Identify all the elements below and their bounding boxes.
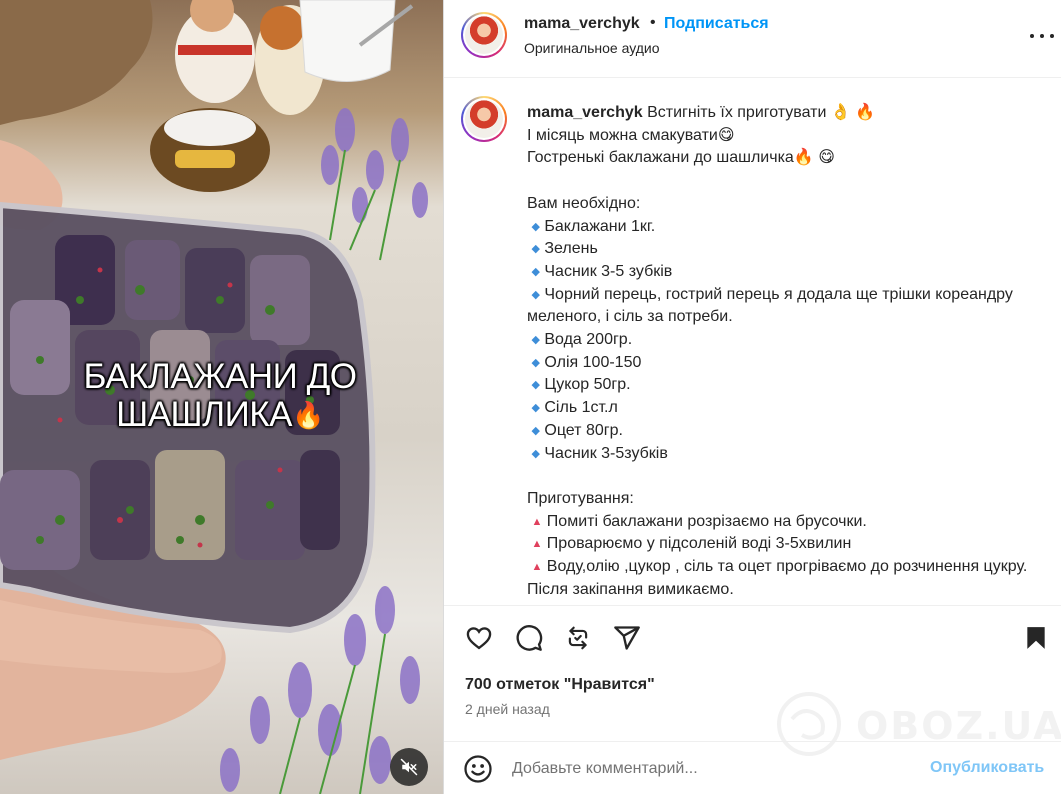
caption-line	[527, 465, 1037, 488]
likes-count[interactable]: 700 отметок "Нравится"	[465, 676, 655, 694]
caption-line-text: Сіль 1ст.л	[544, 399, 618, 417]
repost-button[interactable]	[560, 620, 596, 656]
caption-line: Приготування:	[527, 488, 1037, 511]
salt	[164, 110, 256, 146]
pot-label-bg	[175, 150, 235, 168]
caption-line-text: Цукор 50гр.	[544, 376, 631, 394]
caption-line: ◆ Зелень	[527, 238, 1037, 261]
caption-line-text: Приготування:	[527, 489, 634, 507]
caption-line-text: Встигніть їх приготувати 👌 🔥	[647, 104, 876, 121]
publish-comment-button[interactable]: Опубликовать	[930, 759, 1044, 777]
caption-line: mama_verchyk Встигніть їх приготувати 👌 …	[527, 102, 1037, 125]
caption-line: Гостренькі баклажани до шашличка🔥 😋	[527, 147, 1037, 170]
caption-line: Вам необхідно:	[527, 193, 1037, 216]
caption-line: ◆ Сіль 1ст.л	[527, 397, 1037, 420]
caption-line-text: Баклажани 1кг.	[544, 217, 656, 235]
caption-line: ▲ Воду,олію ,цукор , сіль та оцет прогрі…	[527, 556, 1037, 601]
caption-line-text: Вам необхідно:	[527, 194, 641, 212]
like-button[interactable]	[461, 620, 497, 656]
post-caption: mama_verchyk Встигніть їх приготувати 👌 …	[527, 102, 1037, 605]
figurine-woman-head	[260, 6, 304, 50]
blue-diamond-bullet-icon: ◆	[531, 334, 540, 347]
overlay-line-2-text: ШАШЛИКА	[116, 395, 292, 434]
overlay-line-1: БАКЛАЖАНИ ДО	[83, 357, 358, 396]
comment-input[interactable]	[512, 757, 912, 781]
blue-diamond-bullet-icon: ◆	[531, 220, 540, 233]
caption-line: ▲ Проварюємо у підсоленій воді 3-5хвилин	[527, 533, 1037, 556]
post-side-panel: mama_verchyk • Подписаться Оригинальное …	[443, 0, 1061, 794]
comment-button[interactable]	[511, 620, 547, 656]
speaker-muted-icon	[400, 758, 418, 776]
save-button[interactable]	[1018, 620, 1054, 656]
post-header: mama_verchyk • Подписаться Оригинальное …	[444, 0, 1061, 78]
repost-icon	[568, 626, 588, 650]
author-username[interactable]: mama_verchyk	[524, 15, 640, 33]
fire-emoji: 🔥	[291, 400, 324, 430]
caption-line: ◆ Оцет 80гр.	[527, 420, 1037, 443]
caption-line: ▲ Помиті баклажани розрізаємо на брусочк…	[527, 511, 1037, 534]
bookmark-icon	[1027, 627, 1045, 649]
overlay-line-2: ШАШЛИКА🔥	[70, 396, 370, 434]
original-audio-link[interactable]: Оригинальное аудио	[524, 40, 660, 56]
heart-icon	[466, 627, 492, 650]
more-options-icon[interactable]	[1030, 26, 1054, 46]
caption-line-text: Вода 200гр.	[544, 331, 633, 349]
red-triangle-bullet-icon: ▲	[531, 561, 543, 574]
caption-line-text: Часник 3-5 зубків	[544, 262, 673, 280]
caption-line: ◆ Баклажани 1кг.	[527, 216, 1037, 239]
blue-diamond-bullet-icon: ◆	[531, 288, 540, 301]
caption-line: ◆ Чорний перець, гострий перець я додала…	[527, 284, 1037, 329]
mute-button[interactable]	[390, 748, 428, 786]
red-triangle-bullet-icon: ▲	[531, 515, 543, 528]
caption-line-text: Зелень	[544, 240, 598, 258]
caption-line: О	[527, 601, 1037, 605]
caption-line: ◆ Олія 100-150	[527, 352, 1037, 375]
red-triangle-bullet-icon: ▲	[531, 538, 543, 551]
caption-line-text: І місяць можна смакувати😋	[527, 126, 735, 144]
blue-diamond-bullet-icon: ◆	[531, 424, 540, 437]
post-timestamp[interactable]: 2 дней назад	[465, 701, 550, 717]
comment-form: Опубликовать	[444, 741, 1061, 794]
caption-line: ◆ Часник 3-5зубків	[527, 443, 1037, 466]
caption-line: ◆ Вода 200гр.	[527, 329, 1037, 352]
caption-line-text: Помиті баклажани розрізаємо на брусочки.	[546, 512, 867, 530]
caption-username[interactable]: mama_verchyk	[527, 104, 643, 121]
follow-button[interactable]: Подписаться	[664, 15, 769, 33]
author-avatar[interactable]	[461, 12, 507, 58]
caption-line-text: Оцет 80гр.	[544, 421, 623, 439]
caption-line-text: О	[527, 603, 539, 605]
blue-diamond-bullet-icon: ◆	[531, 379, 540, 392]
caption-scroll-area[interactable]: mama_verchyk Встигніть їх приготувати 👌 …	[444, 79, 1061, 606]
caption-line-text: Чорний перець, гострий перець я додала щ…	[527, 285, 1018, 326]
comment-icon	[516, 625, 543, 651]
caption-line: І місяць можна смакувати😋	[527, 125, 1037, 148]
smiley-icon	[464, 755, 492, 783]
caption-line: ◆ Часник 3-5 зубків	[527, 261, 1037, 284]
caption-avatar[interactable]	[461, 96, 507, 142]
blue-diamond-bullet-icon: ◆	[531, 402, 540, 415]
share-button[interactable]	[609, 620, 645, 656]
emoji-picker-button[interactable]	[463, 754, 493, 784]
post-video[interactable]: БАКЛАЖАНИ ДО ШАШЛИКА🔥	[0, 0, 443, 794]
caption-line-text: Часник 3-5зубків	[544, 444, 668, 462]
sugar-bowl	[299, 0, 396, 82]
figurine-sash	[178, 45, 252, 55]
burlap-sack	[0, 0, 153, 125]
header-separator: •	[650, 14, 656, 31]
blue-diamond-bullet-icon: ◆	[531, 243, 540, 256]
caption-line-text: Гостренькі баклажани до шашличка🔥 😋	[527, 149, 835, 167]
caption-line-text: Проварюємо у підсоленій воді 3-5хвилин	[546, 535, 852, 553]
send-icon	[614, 626, 640, 650]
caption-line-text: Олія 100-150	[544, 353, 642, 371]
blue-diamond-bullet-icon: ◆	[531, 265, 540, 278]
action-bar	[444, 620, 1061, 660]
video-overlay-title: БАКЛАЖАНИ ДО ШАШЛИКА🔥	[70, 358, 370, 434]
blue-diamond-bullet-icon: ◆	[531, 447, 540, 460]
blue-diamond-bullet-icon: ◆	[531, 356, 540, 369]
caption-line: ◆ Цукор 50гр.	[527, 374, 1037, 397]
caption-line-text: Воду,олію ,цукор , сіль та оцет прогріва…	[527, 558, 1032, 598]
caption-line	[527, 170, 1037, 193]
